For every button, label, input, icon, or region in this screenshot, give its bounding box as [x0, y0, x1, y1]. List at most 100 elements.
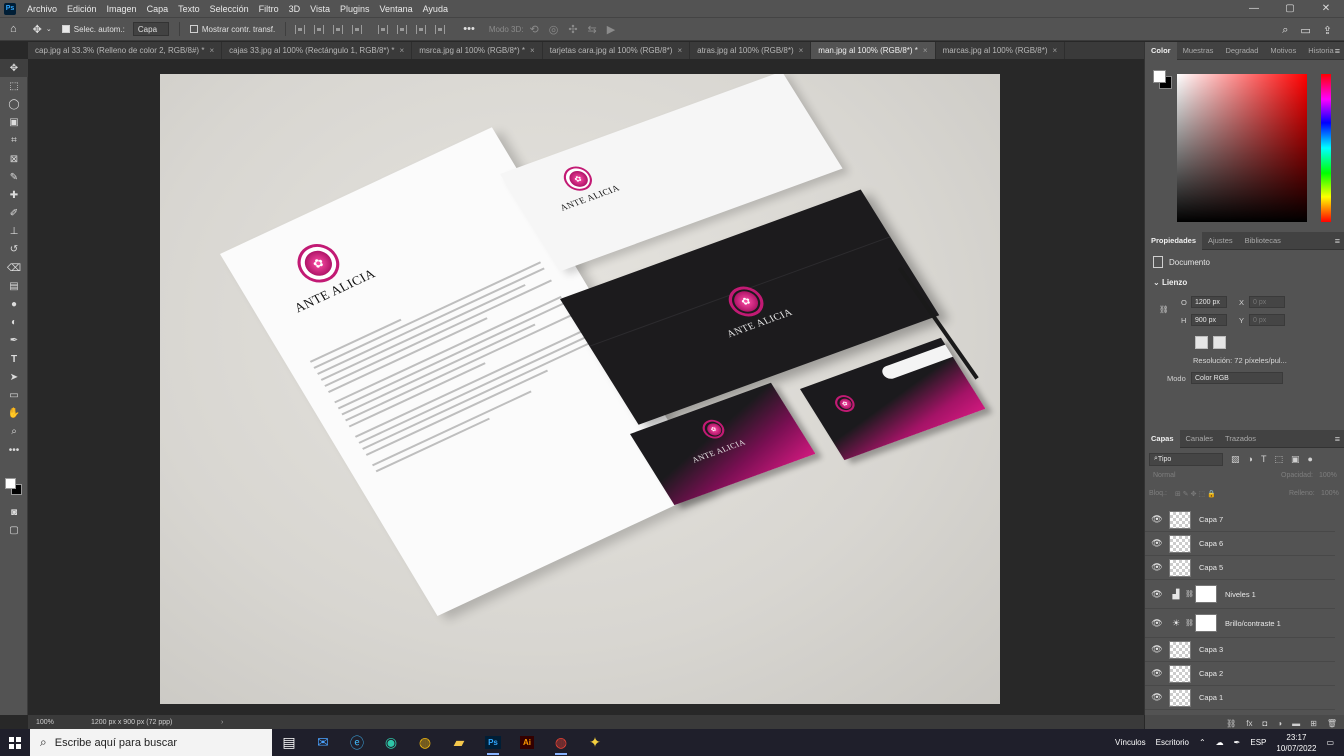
start-button[interactable] — [0, 729, 30, 756]
slide-3d-icon[interactable]: ⇆ — [588, 23, 597, 36]
chevron-up-icon[interactable]: ⌃ — [1199, 738, 1206, 747]
roll-3d-icon[interactable]: ◎ — [549, 23, 559, 36]
minimize-button[interactable]: — — [1236, 0, 1272, 17]
show-transform-checkbox[interactable] — [189, 25, 198, 33]
filter-toggle-icon[interactable]: ● — [1307, 454, 1312, 464]
auto-select-checkbox[interactable] — [61, 25, 70, 33]
layer-row[interactable]: 👁 Capa 1 — [1145, 686, 1335, 710]
menu-ayuda[interactable]: Ayuda — [418, 4, 453, 14]
object-select-tool-icon[interactable]: ▣ — [0, 114, 28, 132]
foreground-color-swatch[interactable] — [5, 478, 16, 489]
layer-row[interactable]: 👁 Capa 2 — [1145, 662, 1335, 686]
align-middle-icon[interactable] — [397, 24, 408, 34]
align-top-icon[interactable] — [378, 24, 389, 34]
tab-tarjetas[interactable]: tarjetas cara.jpg al 100% (RGB/8*) × — [542, 42, 691, 59]
portrait-orientation-icon[interactable] — [1195, 336, 1208, 349]
layer-row[interactable]: 👁 ☀ ⛓ Brillo/contraste 1 — [1145, 609, 1335, 638]
close-icon[interactable]: × — [677, 46, 682, 55]
healing-brush-tool-icon[interactable]: ✚ — [0, 186, 28, 204]
menu-imagen[interactable]: Imagen — [102, 4, 142, 14]
share-icon[interactable]: ⇪ — [1323, 24, 1332, 37]
y-field[interactable]: 0 px — [1249, 314, 1285, 326]
lock-icons[interactable]: ⊞ ✎ ✥ ⬚ 🔒 — [1175, 490, 1216, 498]
panel-menu-icon[interactable]: ≡ — [1335, 46, 1340, 56]
mail-icon[interactable]: ✉ — [306, 729, 340, 756]
tab-capas[interactable]: Capas — [1145, 429, 1180, 448]
canvas-section-header[interactable]: ⌄ Lienzo — [1153, 278, 1187, 287]
clock[interactable]: 23:17 10/07/2022 — [1276, 732, 1316, 754]
edge-legacy-icon[interactable]: ⓔ — [340, 729, 374, 756]
tab-cajas[interactable]: cajas 33.jpg al 100% (Rectángulo 1, RGB/… — [222, 42, 413, 59]
status-menu-arrow-icon[interactable]: › — [221, 719, 223, 726]
menu-seleccion[interactable]: Selección — [205, 4, 254, 14]
new-group-icon[interactable]: ▬ — [1292, 719, 1300, 728]
task-view-icon[interactable]: ▤ — [272, 729, 306, 756]
tab-ajustes[interactable]: Ajustes — [1202, 232, 1239, 250]
camera-3d-icon[interactable]: ▶ — [607, 23, 615, 36]
menu-capa[interactable]: Capa — [142, 4, 174, 14]
adjustment-layer-icon[interactable]: ◑ — [1277, 719, 1282, 728]
frame-tool-icon[interactable]: ⊠ — [0, 150, 28, 168]
tab-atras[interactable]: atras.jpg al 100% (RGB/8*) × — [690, 42, 812, 59]
close-icon[interactable]: × — [209, 46, 214, 55]
path-select-tool-icon[interactable]: ➤ — [0, 368, 28, 386]
layer-mask-thumbnail[interactable] — [1195, 614, 1217, 632]
delete-layer-icon[interactable]: 🗑 — [1327, 719, 1337, 728]
filter-pixel-icon[interactable]: ▨ — [1231, 454, 1240, 465]
mode-dropdown[interactable]: Color RGB — [1191, 372, 1283, 384]
gradient-tool-icon[interactable]: ▤ — [0, 277, 28, 295]
illustrator-taskbar-icon[interactable]: Ai — [510, 729, 544, 756]
chrome-icon[interactable]: ◍ — [408, 729, 442, 756]
edit-toolbar-icon[interactable]: ••• — [0, 441, 28, 459]
filter-shape-icon[interactable]: ⬚ — [1274, 454, 1283, 465]
tab-propiedades[interactable]: Propiedades — [1145, 231, 1203, 250]
eye-icon[interactable]: 👁 — [1149, 538, 1165, 549]
eyedropper-tool-icon[interactable]: ✎ — [0, 168, 28, 186]
menu-vista[interactable]: Vista — [305, 4, 335, 14]
align-right-icon[interactable] — [333, 24, 344, 34]
align-center-icon[interactable] — [314, 24, 325, 34]
rectangle-tool-icon[interactable]: ▭ — [0, 386, 28, 404]
close-icon[interactable]: × — [1053, 46, 1058, 55]
pen-tool-icon[interactable]: ✒ — [0, 332, 28, 350]
layer-row[interactable]: 👁 Capa 3 — [1145, 638, 1335, 662]
link-icon[interactable]: ⛓ — [1185, 590, 1194, 598]
link-layers-icon[interactable]: ⛓ — [1226, 719, 1236, 728]
brush-tool-icon[interactable]: ✐ — [0, 205, 28, 223]
menu-3d[interactable]: 3D — [284, 4, 306, 14]
eye-icon[interactable]: 👁 — [1149, 644, 1165, 655]
eye-icon[interactable]: 👁 — [1149, 562, 1165, 573]
move-tool-icon[interactable]: ✥ — [0, 59, 28, 78]
x-field[interactable]: 0 px — [1249, 296, 1285, 308]
home-icon[interactable]: ⌂ — [10, 23, 17, 35]
layer-row[interactable]: 👁 Capa 7 — [1145, 508, 1335, 532]
blur-tool-icon[interactable]: ● — [0, 295, 28, 313]
close-icon[interactable]: × — [530, 46, 535, 55]
close-icon[interactable]: × — [923, 46, 928, 55]
eye-icon[interactable]: 👁 — [1149, 618, 1165, 629]
auto-select-dropdown[interactable]: Capa — [132, 22, 169, 36]
blend-mode-dropdown[interactable]: Normal — [1153, 472, 1176, 479]
menu-filtro[interactable]: Filtro — [254, 4, 284, 14]
new-layer-icon[interactable]: ⊞ — [1310, 719, 1317, 728]
align-left-icon[interactable] — [295, 24, 306, 34]
clone-stamp-tool-icon[interactable]: ⊥ — [0, 223, 28, 241]
zoom-level[interactable]: 100% — [36, 719, 91, 726]
link-icon[interactable]: ⛓ — [1185, 619, 1194, 627]
layer-mask-thumbnail[interactable] — [1195, 585, 1217, 603]
add-mask-icon[interactable]: ◘ — [1262, 719, 1267, 728]
move-tool-icon[interactable]: ✥ — [33, 23, 42, 36]
color-picker-field[interactable] — [1177, 74, 1307, 222]
menu-archivo[interactable]: Archivo — [22, 4, 62, 14]
foreground-color-swatch[interactable] — [1153, 70, 1166, 83]
fill-value[interactable]: 100% — [1321, 490, 1339, 497]
menu-plugins[interactable]: Plugins — [335, 4, 375, 14]
tab-marcas[interactable]: marcas.jpg al 100% (RGB/8*) × — [935, 42, 1066, 59]
layer-row[interactable]: 👁 Capa 5 — [1145, 556, 1335, 580]
filter-adjustment-icon[interactable]: ◑ — [1248, 454, 1253, 464]
drag-3d-icon[interactable]: ✣ — [568, 23, 577, 36]
hue-slider[interactable] — [1321, 74, 1331, 222]
crop-tool-icon[interactable]: ⌗ — [0, 132, 28, 150]
file-explorer-icon[interactable]: ▰ — [442, 729, 476, 756]
lasso-tool-icon[interactable]: ◯ — [0, 95, 28, 113]
